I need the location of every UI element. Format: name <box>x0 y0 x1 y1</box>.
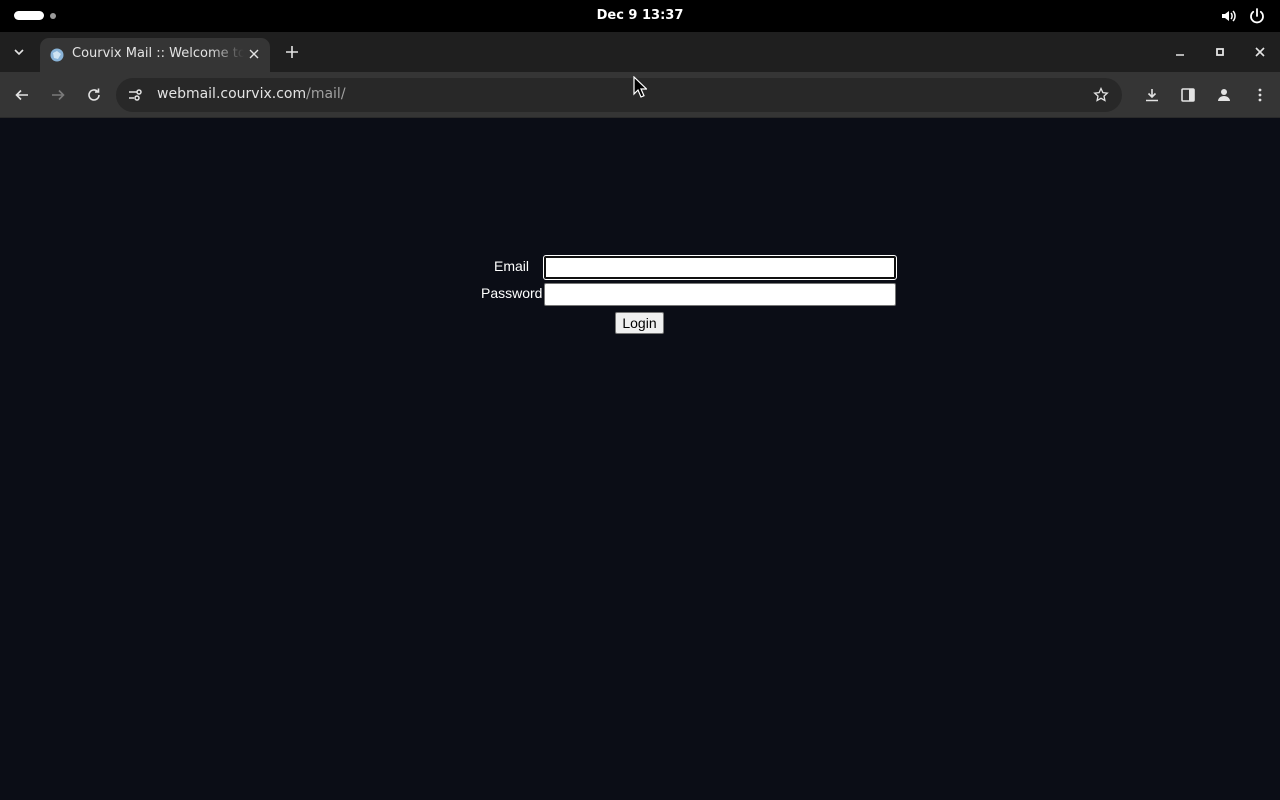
password-label: Password <box>481 285 543 301</box>
page-content: Email Password Login <box>0 119 1280 800</box>
tab-strip: Courvix Mail :: Welcome to Courvix Mail <box>0 32 1280 72</box>
close-window-icon[interactable] <box>1240 32 1280 72</box>
password-field[interactable] <box>544 283 896 306</box>
reload-icon[interactable] <box>82 83 106 107</box>
side-panel-icon[interactable] <box>1176 83 1200 107</box>
back-icon[interactable] <box>10 83 34 107</box>
browser-tab[interactable]: Courvix Mail :: Welcome to Courvix Mail <box>40 38 270 72</box>
email-label: Email <box>494 258 530 274</box>
menu-icon[interactable] <box>1248 83 1272 107</box>
system-top-bar: Dec 9 13:37 <box>0 0 1280 32</box>
tab-title: Courvix Mail :: Welcome to Courvix Mail <box>72 46 244 61</box>
mouse-cursor-icon <box>633 75 648 98</box>
url-path: /mail/ <box>306 86 346 102</box>
close-tab-icon[interactable] <box>246 46 262 62</box>
volume-icon[interactable] <box>1220 7 1238 25</box>
power-icon[interactable] <box>1248 7 1266 25</box>
download-icon[interactable] <box>1140 83 1164 107</box>
system-clock[interactable]: Dec 9 13:37 <box>0 8 1280 23</box>
favicon-icon <box>50 48 64 62</box>
address-bar[interactable]: webmail.courvix.com/mail/ <box>116 78 1122 112</box>
tab-list-icon[interactable] <box>8 41 30 63</box>
profile-icon[interactable] <box>1212 83 1236 107</box>
minimize-icon[interactable] <box>1160 32 1200 72</box>
email-field[interactable] <box>543 255 897 280</box>
url-host: webmail.courvix.com <box>157 86 307 102</box>
url-text: webmail.courvix.com/mail/ <box>157 86 346 102</box>
login-button[interactable]: Login <box>615 312 664 334</box>
maximize-icon[interactable] <box>1200 32 1240 72</box>
bookmark-star-icon[interactable] <box>1092 86 1110 104</box>
new-tab-icon[interactable] <box>282 42 302 62</box>
forward-icon <box>46 83 70 107</box>
site-info-icon[interactable] <box>126 86 144 104</box>
